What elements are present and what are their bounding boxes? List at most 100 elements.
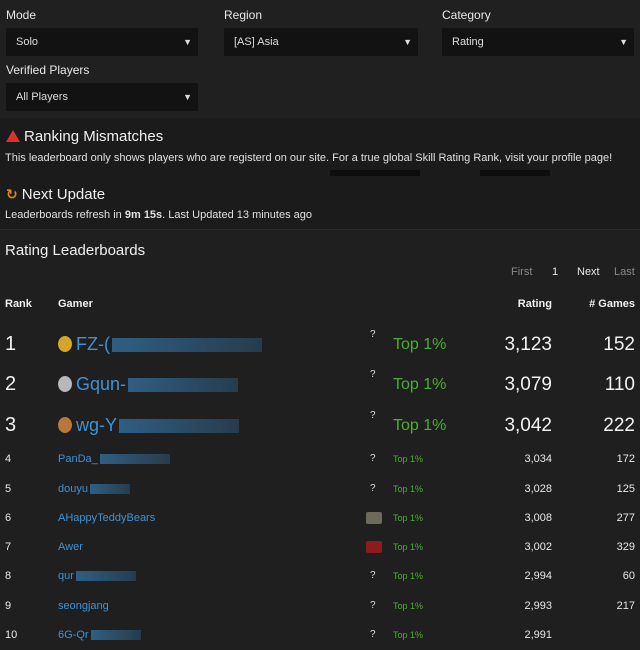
chevron-down-icon: ▼ [183,37,192,47]
region-filter: Region [AS] Asia ▼ [224,8,418,56]
header-rank: Rank [5,298,32,310]
games-cell: 152 [603,334,635,355]
update-text: Leaderboards refresh in 9m 15s. Last Upd… [5,209,312,221]
verified-value: All Players [16,91,68,103]
unknown-platform-icon: ? [370,369,376,380]
silver-medal-icon [58,376,72,392]
gamer-name: FZ-( [76,334,110,354]
header-rating: Rating [517,298,552,310]
rating-cell: 3,028 [524,483,552,495]
tier-badge: Top 1% [393,454,424,464]
gamer-name: AHappyTeddyBears [58,512,156,524]
bronze-medal-icon [58,417,72,433]
header-gamer: Gamer [58,298,93,310]
chevron-down-icon: ▼ [619,37,628,47]
tier-badge: Top 1% [393,376,447,393]
tier-badge: Top 1% [393,417,447,434]
unknown-platform-icon: ? [370,600,376,611]
gamer-name: Awer [58,541,83,553]
update-text-after: . Last Updated 13 minutes ago [162,209,312,221]
rank-cell: 7 [5,541,12,553]
rank-cell: 1 [5,333,17,355]
rating-cell: 3,079 [504,374,552,395]
category-select[interactable]: Rating ▼ [442,28,634,56]
gamer-name: seongjang [58,600,109,612]
ranking-mismatch-notice: Ranking Mismatches This leaderboard only… [0,118,640,176]
redacted-name-blur [119,419,240,434]
gamer-link[interactable]: 6G-Qr [58,629,141,641]
redacted-name-blur [111,338,262,353]
games-cell: 329 [616,541,635,553]
rating-cell: 3,042 [504,415,552,436]
region-select[interactable]: [AS] Asia ▼ [224,28,418,56]
platform-icon [366,541,382,553]
games-cell: 60 [622,570,635,582]
platform-icon [366,512,382,524]
pager-last[interactable]: Last [614,266,635,278]
gamer-link[interactable]: Awer [58,541,83,553]
pager-next[interactable]: Next [577,266,600,278]
pager-current-page[interactable]: 1 [552,266,558,278]
games-cell: 217 [616,600,635,612]
update-title-text: Next Update [21,186,106,203]
mode-label: Mode [6,8,37,22]
update-countdown: 9m 15s [124,209,163,221]
gamer-link[interactable]: qur [58,570,136,582]
rank-cell: 4 [5,453,12,465]
gold-medal-icon [58,336,72,352]
gamer-name: PanDa_ [58,453,98,465]
rank-cell: 8 [5,570,12,582]
chevron-down-icon: ▼ [403,37,412,47]
gamer-link[interactable]: wg-Y [58,415,240,436]
gamer-link[interactable]: douyu [58,483,130,495]
tier-badge: Top 1% [393,336,447,353]
rank-cell: 2 [5,373,17,395]
games-cell: 222 [603,415,635,436]
mode-value: Solo [16,36,39,48]
redacted-name-blur [128,378,239,393]
games-cell: 172 [616,453,635,465]
next-update-notice: ↻ Next Update Leaderboards refresh in 9m … [0,176,640,230]
tier-badge: Top 1% [393,513,424,523]
gamer-name: douyu [58,483,88,495]
rank-cell: 5 [5,483,12,495]
mode-filter: Mode Solo ▼ [6,8,198,56]
gamer-link[interactable]: AHappyTeddyBears [58,512,155,524]
category-value: Rating [452,36,484,48]
gamer-link[interactable]: Gqun- [58,374,239,395]
filters-panel: Mode Solo ▼ Region [AS] Asia ▼ Category … [0,0,640,118]
chevron-down-icon: ▼ [183,92,192,102]
gamer-name: 6G-Qr [58,629,89,641]
pager-first[interactable]: First [511,266,532,278]
gamer-link[interactable]: PanDa_ [58,453,170,465]
rank-cell: 6 [5,512,12,524]
rating-cell: 2,994 [524,570,552,582]
tier-badge: Top 1% [393,542,424,552]
rating-cell: 3,123 [504,334,552,355]
rating-cell: 2,993 [524,600,552,612]
rank-cell: 10 [5,629,18,641]
gamer-link[interactable]: seongjang [58,600,109,612]
gamer-link[interactable]: FZ-( [58,334,262,355]
gamer-name: qur [58,570,74,582]
tier-badge: Top 1% [393,601,424,611]
redacted-name-blur [75,571,136,582]
verified-filter: Verified Players All Players ▼ [6,63,198,111]
region-value: [AS] Asia [234,36,279,48]
gamer-name: wg-Y [76,415,118,435]
unknown-platform-icon: ? [370,329,376,340]
unknown-platform-icon: ? [370,453,376,464]
category-label: Category [442,8,491,22]
region-label: Region [224,8,263,22]
verified-select[interactable]: All Players ▼ [6,83,198,111]
redacted-name-blur [89,484,130,495]
unknown-platform-icon: ? [370,629,376,640]
refresh-icon: ↻ [6,186,18,202]
games-cell: 277 [616,512,635,524]
update-text-before: Leaderboards refresh in [5,209,125,221]
mismatch-title-text: Ranking Mismatches [24,128,164,145]
unknown-platform-icon: ? [370,483,376,494]
verified-label: Verified Players [6,63,90,77]
mode-select[interactable]: Solo ▼ [6,28,198,56]
rank-cell: 3 [5,414,17,436]
